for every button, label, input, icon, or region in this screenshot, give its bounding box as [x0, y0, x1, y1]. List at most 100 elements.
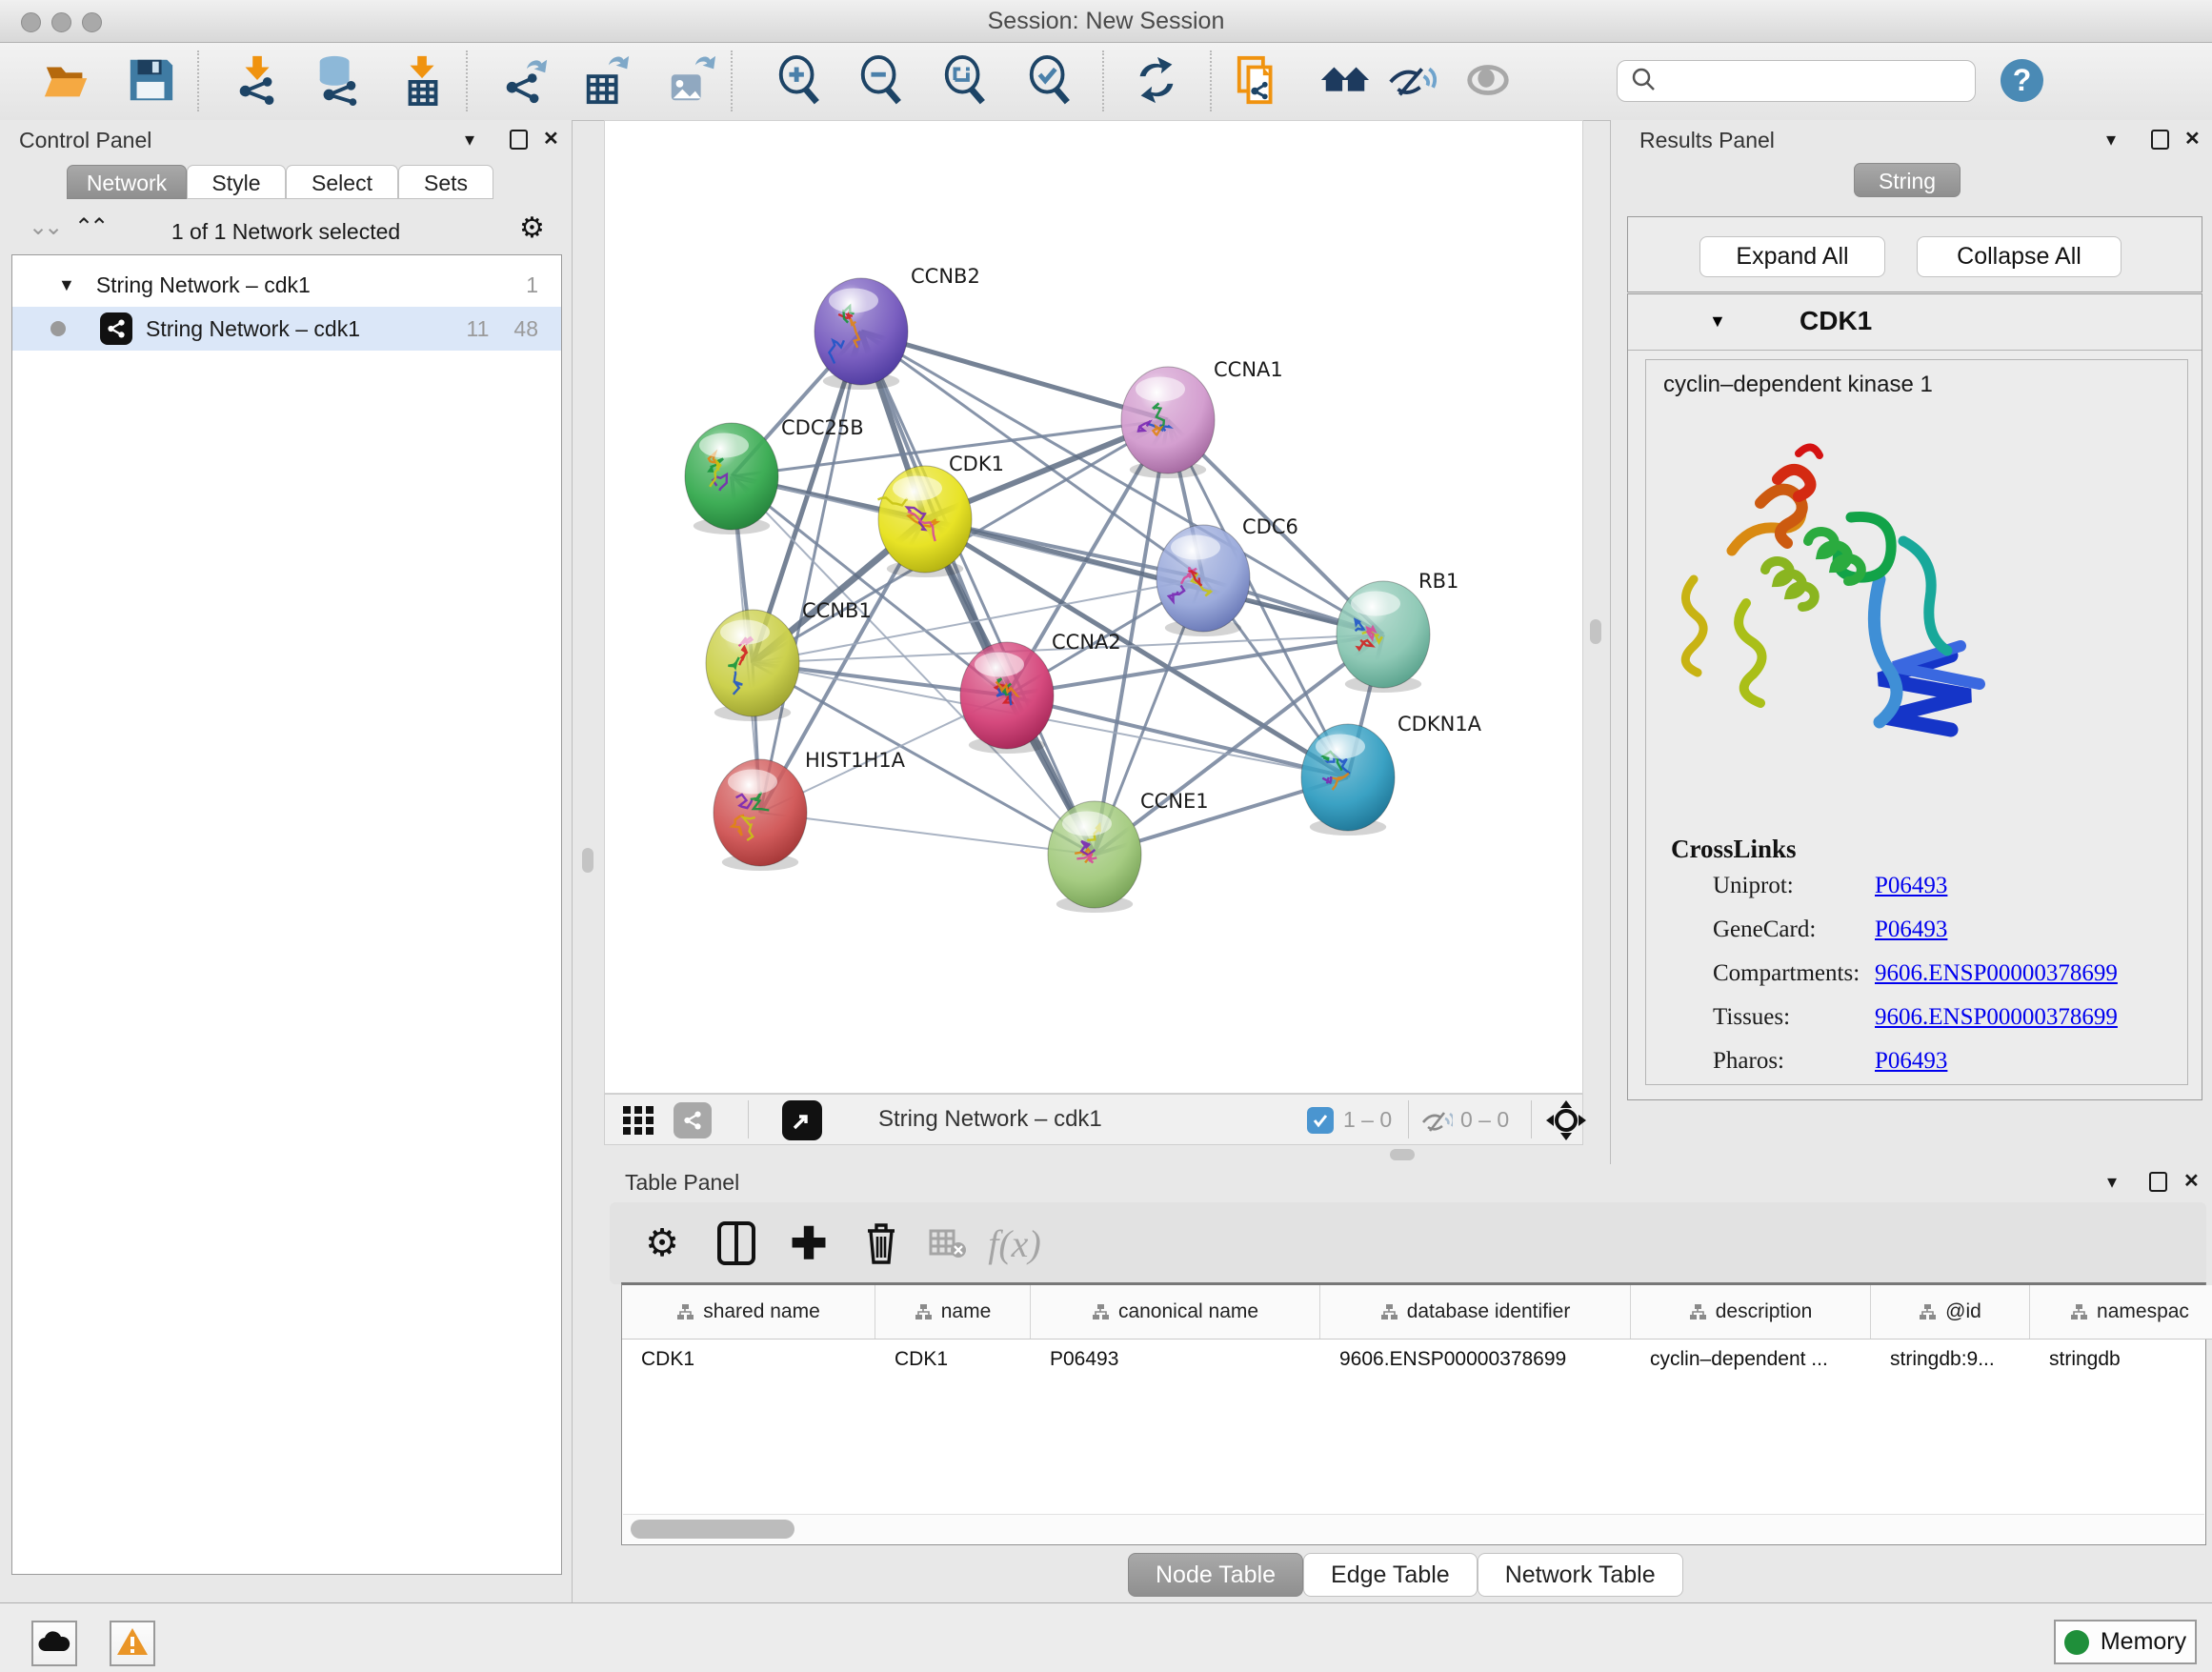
table-cell[interactable]: 9606.ENSP00000378699	[1320, 1339, 1631, 1380]
table-panel-close-icon[interactable]: ✕	[2183, 1171, 2200, 1192]
tab-network[interactable]: Network	[67, 165, 187, 199]
horizontal-splitter-grip[interactable]	[1390, 1149, 1415, 1160]
table-add-icon[interactable]: ✚	[783, 1218, 835, 1269]
expand-all-button[interactable]: Expand All	[1699, 236, 1885, 277]
save-session-button[interactable]	[123, 54, 178, 110]
apply-layout-button[interactable]	[1129, 54, 1184, 110]
network-edge[interactable]	[861, 332, 1095, 855]
control-panel-close-icon[interactable]: ✕	[543, 129, 559, 150]
network-node-CCNB2[interactable]: CCNB2	[814, 265, 980, 390]
tab-edge-table[interactable]: Edge Table	[1303, 1553, 1478, 1597]
table-gear-icon[interactable]: ⚙	[636, 1218, 688, 1269]
table-cell[interactable]: stringdb:9...	[1871, 1339, 2030, 1380]
network-node-CDC6[interactable]: CDC6	[1156, 515, 1298, 636]
export-table-button[interactable]	[579, 54, 634, 110]
tab-string[interactable]: String	[1854, 163, 1961, 197]
zoom-out-button[interactable]	[855, 54, 910, 110]
warning-button[interactable]	[110, 1621, 155, 1666]
column-header--id[interactable]: @id	[1871, 1285, 2030, 1339]
gene-collapse-icon[interactable]: ▼	[1709, 312, 1726, 332]
birdseye-grid-icon[interactable]	[622, 1104, 654, 1141]
network-node-CDC25B[interactable]: CDC25B	[685, 416, 864, 534]
node-label-CCNB1: CCNB1	[802, 599, 872, 622]
table-cell[interactable]: P06493	[1031, 1339, 1320, 1380]
column-header-name[interactable]: name	[875, 1285, 1031, 1339]
table-panel-menu-icon[interactable]: ▾	[2107, 1172, 2117, 1193]
search-input[interactable]	[1665, 68, 1975, 94]
zoom-selected-button[interactable]	[1023, 54, 1078, 110]
memory-button[interactable]: Memory	[2054, 1620, 2197, 1664]
control-panel-menu-icon[interactable]: ▾	[465, 130, 474, 151]
network-node-CCNA1[interactable]: CCNA1	[1121, 358, 1283, 478]
tab-network-table[interactable]: Network Table	[1478, 1553, 1683, 1597]
tree-expand-icon[interactable]: ▼	[58, 275, 75, 295]
table-columns-icon[interactable]	[711, 1218, 762, 1269]
network-edge[interactable]	[760, 332, 861, 813]
column-header-description[interactable]: description	[1631, 1285, 1871, 1339]
tab-sets[interactable]: Sets	[398, 165, 493, 199]
column-header-shared-name[interactable]: shared name	[622, 1285, 875, 1339]
table-row[interactable]: CDK1CDK1P064939606.ENSP00000378699cyclin…	[622, 1339, 2212, 1380]
zoom-in-icon	[774, 54, 826, 111]
collapse-all-button[interactable]: Collapse All	[1917, 236, 2122, 277]
table-cell[interactable]: CDK1	[622, 1339, 875, 1380]
export-image-button[interactable]	[664, 54, 719, 110]
clone-network-button[interactable]	[1232, 54, 1287, 110]
crosslink-link[interactable]: P06493	[1875, 1048, 1947, 1075]
column-header-canonical-name[interactable]: canonical name	[1031, 1285, 1320, 1339]
table-hscrollbar[interactable]	[623, 1514, 2204, 1543]
zoom-out-icon	[856, 54, 908, 111]
table-cell[interactable]: stringdb	[2030, 1339, 2212, 1380]
right-splitter-grip[interactable]	[1590, 619, 1601, 644]
network-options-gear-icon[interactable]: ⚙	[519, 212, 545, 245]
tab-style[interactable]: Style	[187, 165, 286, 199]
network-collection-row[interactable]: ▼ String Network – cdk1 1	[12, 263, 561, 307]
export-network-button[interactable]	[497, 54, 553, 110]
zoom-in-button[interactable]	[773, 54, 828, 110]
network-canvas[interactable]: CCNB2CCNA1CDC25BCDK1CDC6RB1CCNB1CCNA2CDK…	[604, 120, 1583, 1094]
graphics-details-button[interactable]	[1317, 54, 1373, 110]
control-panel-float-icon[interactable]	[510, 130, 528, 154]
table-cell[interactable]: cyclin–dependent ...	[1631, 1339, 1871, 1380]
column-header-database-identifier[interactable]: database identifier	[1320, 1285, 1631, 1339]
network-share-icon[interactable]	[674, 1102, 712, 1138]
selected-indicator-checkbox[interactable]	[1307, 1107, 1334, 1134]
import-table-button[interactable]	[395, 54, 451, 110]
help-button[interactable]: ?	[2001, 59, 2043, 102]
results-panel-menu-icon[interactable]: ▾	[2106, 130, 2116, 151]
table-delete-icon[interactable]	[855, 1218, 907, 1269]
hidden-eye-icon[interactable]	[1420, 1105, 1453, 1140]
results-panel-close-icon[interactable]: ✕	[2184, 129, 2201, 150]
network-tree: ▼ String Network – cdk1 1 String Network…	[11, 254, 562, 1575]
hide-selected-button[interactable]	[1383, 54, 1438, 110]
open-session-button[interactable]	[39, 54, 94, 110]
center-view-crosshair-icon[interactable]	[1546, 1100, 1586, 1145]
crosslink-link[interactable]: 9606.ENSP00000378699	[1875, 960, 2118, 987]
crosslink-label: Uniprot:	[1713, 873, 1875, 899]
column-header-namespac[interactable]: namespac	[2030, 1285, 2212, 1339]
import-network-file-button[interactable]	[231, 54, 286, 110]
network-edge[interactable]	[760, 813, 1095, 855]
tab-select[interactable]: Select	[286, 165, 398, 199]
network-edge[interactable]	[861, 332, 1168, 420]
cloud-button[interactable]	[31, 1621, 77, 1666]
crosslink-link[interactable]: P06493	[1875, 873, 1947, 899]
tab-node-table[interactable]: Node Table	[1128, 1553, 1303, 1597]
network-node-HIST1H1A[interactable]: HIST1H1A	[714, 749, 906, 871]
results-panel-float-icon[interactable]	[2151, 130, 2169, 154]
network-node-RB1[interactable]: RB1	[1337, 570, 1458, 693]
crosslink-link[interactable]: 9606.ENSP00000378699	[1875, 1004, 2118, 1031]
import-network-database-button[interactable]	[311, 54, 366, 110]
table-panel-float-icon[interactable]	[2149, 1172, 2167, 1197]
open-in-new-window-button[interactable]	[782, 1100, 822, 1140]
attribute-icon	[1092, 1303, 1109, 1320]
network-node-CCNE1[interactable]: CCNE1	[1048, 790, 1209, 913]
network-row-selected[interactable]: String Network – cdk1 11 48	[12, 307, 561, 351]
table-hscrollbar-thumb[interactable]	[631, 1520, 794, 1539]
show-hidden-button[interactable]	[1460, 54, 1516, 110]
table-cell[interactable]: CDK1	[875, 1339, 1031, 1380]
zoom-fit-button[interactable]	[938, 54, 994, 110]
network-node-CDKN1A[interactable]: CDKN1A	[1301, 713, 1482, 836]
crosslink-link[interactable]: P06493	[1875, 917, 1947, 943]
left-splitter-grip[interactable]	[582, 848, 593, 873]
